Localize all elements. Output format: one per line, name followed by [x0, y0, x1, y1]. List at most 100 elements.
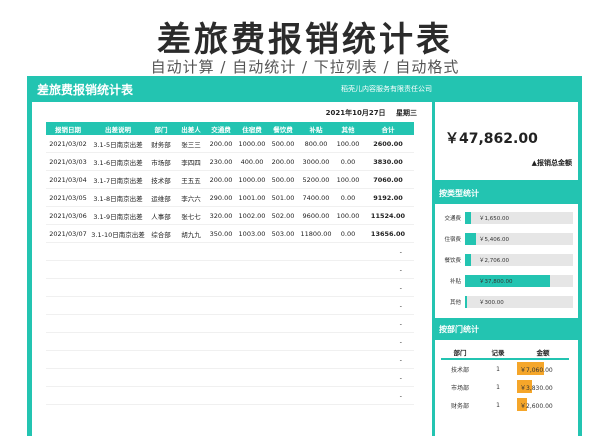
row-total-cell[interactable]: 2600.00 [362, 135, 414, 153]
table-cell[interactable]: - [362, 278, 414, 297]
table-cell[interactable] [236, 350, 268, 369]
table-cell[interactable] [146, 260, 176, 279]
empty-row[interactable]: - [46, 332, 414, 351]
table-cell[interactable]: 503.00 [268, 224, 298, 243]
table-cell[interactable] [298, 278, 334, 297]
table-cell[interactable] [176, 350, 206, 369]
table-cell[interactable] [46, 296, 90, 315]
table-cell[interactable]: 100.00 [334, 206, 362, 225]
table-cell[interactable] [268, 332, 298, 351]
table-cell[interactable]: 500.00 [268, 135, 298, 153]
table-cell[interactable]: 3.1-10日南京出差 [90, 224, 146, 243]
table-cell[interactable]: 1002.00 [236, 206, 268, 225]
table-cell[interactable] [334, 386, 362, 405]
table-cell[interactable] [236, 260, 268, 279]
row-total-cell[interactable]: 11524.00 [362, 206, 414, 225]
table-cell[interactable]: 李六六 [176, 188, 206, 207]
table-cell[interactable]: 2021/03/02 [46, 135, 90, 153]
table-cell[interactable]: - [362, 332, 414, 351]
table-cell[interactable]: 200.00 [206, 135, 236, 153]
table-cell[interactable]: 胡九九 [176, 224, 206, 243]
table-cell[interactable]: 3.1-9日南京出差 [90, 206, 146, 225]
table-cell[interactable] [268, 314, 298, 333]
table-cell[interactable] [90, 242, 146, 261]
table-cell[interactable]: 3.1-8日南京出差 [90, 188, 146, 207]
table-cell[interactable] [298, 386, 334, 405]
empty-row[interactable]: - [46, 368, 414, 387]
table-cell[interactable] [236, 368, 268, 387]
table-cell[interactable] [206, 350, 236, 369]
table-cell[interactable]: 3.1-7日南京出差 [90, 170, 146, 189]
table-cell[interactable] [146, 386, 176, 405]
empty-row[interactable]: - [46, 386, 414, 405]
table-cell[interactable] [268, 368, 298, 387]
table-cell[interactable] [176, 242, 206, 261]
table-cell[interactable]: - [362, 296, 414, 315]
table-row[interactable]: 2021/03/06 3.1-9日南京出差 人事部 张七七 320.00 1002.00 5… [46, 206, 414, 225]
table-cell[interactable] [334, 242, 362, 261]
empty-row[interactable]: - [46, 278, 414, 297]
table-cell[interactable]: 100.00 [334, 135, 362, 153]
table-cell[interactable]: 市场部 [146, 152, 176, 171]
row-total-cell[interactable]: 13656.00 [362, 224, 414, 243]
table-cell[interactable] [298, 314, 334, 333]
table-cell[interactable] [146, 314, 176, 333]
table-cell[interactable] [206, 314, 236, 333]
table-cell[interactable] [90, 278, 146, 297]
table-cell[interactable] [90, 386, 146, 405]
table-cell[interactable]: 200.00 [206, 170, 236, 189]
table-row[interactable]: 2021/03/03 3.1-6日南京出差 市场部 李四四 230.00 400.00 20… [46, 152, 414, 171]
table-cell[interactable] [298, 296, 334, 315]
table-cell[interactable] [206, 278, 236, 297]
table-cell[interactable]: 2021/03/05 [46, 188, 90, 207]
table-cell[interactable] [236, 242, 268, 261]
table-cell[interactable]: 张七七 [176, 206, 206, 225]
table-cell[interactable]: - [362, 368, 414, 387]
table-cell[interactable] [176, 260, 206, 279]
table-cell[interactable] [146, 332, 176, 351]
table-cell[interactable] [298, 368, 334, 387]
table-cell[interactable] [298, 260, 334, 279]
table-cell[interactable] [90, 350, 146, 369]
table-cell[interactable] [176, 332, 206, 351]
table-cell[interactable] [90, 332, 146, 351]
table-cell[interactable]: 501.00 [268, 188, 298, 207]
table-cell[interactable] [90, 368, 146, 387]
table-cell[interactable] [334, 368, 362, 387]
table-cell[interactable]: 2021/03/03 [46, 152, 90, 171]
row-total-cell[interactable]: 7060.00 [362, 170, 414, 189]
table-cell[interactable]: 290.00 [206, 188, 236, 207]
table-cell[interactable]: 400.00 [236, 152, 268, 171]
table-cell[interactable] [268, 278, 298, 297]
table-cell[interactable]: 1003.00 [236, 224, 268, 243]
table-cell[interactable] [176, 314, 206, 333]
table-cell[interactable] [298, 242, 334, 261]
table-cell[interactable] [334, 314, 362, 333]
table-cell[interactable]: 0.00 [334, 188, 362, 207]
empty-row[interactable]: - [46, 242, 414, 261]
table-cell[interactable] [268, 386, 298, 405]
table-row[interactable]: 2021/03/05 3.1-8日南京出差 运维部 李六六 290.00 1001.00 5… [46, 188, 414, 207]
table-cell[interactable]: 7400.00 [298, 188, 334, 207]
table-cell[interactable] [176, 386, 206, 405]
table-cell[interactable] [236, 296, 268, 315]
table-cell[interactable] [146, 278, 176, 297]
table-cell[interactable]: - [362, 314, 414, 333]
empty-row[interactable]: - [46, 350, 414, 369]
table-cell[interactable]: 800.00 [298, 135, 334, 153]
table-cell[interactable]: 502.00 [268, 206, 298, 225]
table-cell[interactable]: 技术部 [146, 170, 176, 189]
row-total-cell[interactable]: 3830.00 [362, 152, 414, 171]
table-cell[interactable] [146, 242, 176, 261]
empty-row[interactable]: - [46, 260, 414, 279]
table-cell[interactable]: - [362, 386, 414, 405]
table-cell[interactable]: 运维部 [146, 188, 176, 207]
table-cell[interactable]: 350.00 [206, 224, 236, 243]
table-cell[interactable]: 0.00 [334, 224, 362, 243]
table-cell[interactable] [236, 332, 268, 351]
table-cell[interactable]: 1000.00 [236, 170, 268, 189]
table-cell[interactable] [146, 296, 176, 315]
table-cell[interactable] [90, 296, 146, 315]
table-cell[interactable] [334, 260, 362, 279]
table-cell[interactable] [236, 386, 268, 405]
